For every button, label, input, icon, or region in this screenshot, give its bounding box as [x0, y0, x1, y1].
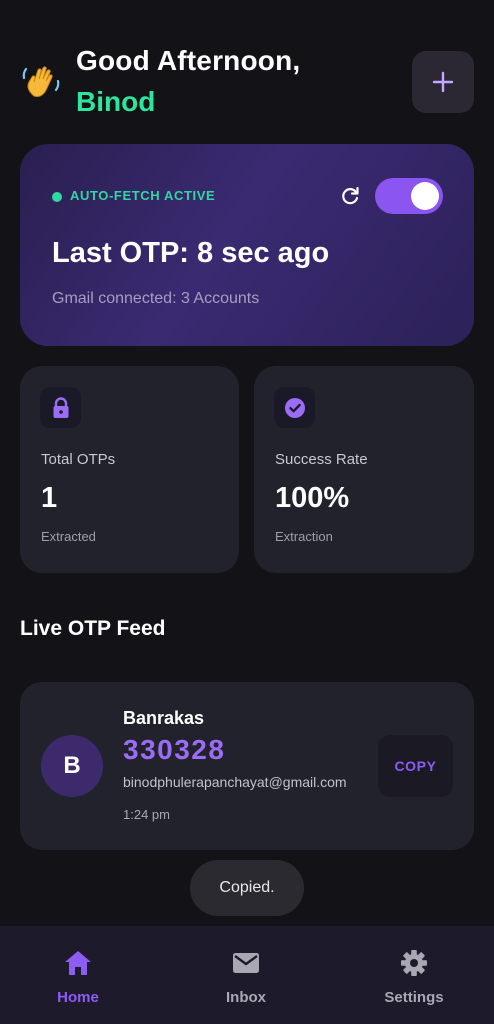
auto-fetch-label: AUTO-FETCH ACTIVE: [70, 188, 216, 203]
stat-icon-container: [40, 387, 81, 428]
nav-label-home: Home: [57, 989, 99, 1006]
greeting-text: Good Afternoon,: [76, 45, 301, 76]
sender-name: Banrakas: [123, 708, 205, 728]
auto-fetch-status-card: AUTO-FETCH ACTIVE Last OTP: 8 sec ago Gm…: [20, 144, 474, 346]
otp-feed-item[interactable]: B Banrakas 330328 binodphulerapanchayat@…: [20, 682, 474, 850]
sender-avatar: B: [41, 735, 103, 797]
sender-email: binodphulerapanchayat@gmail.com: [123, 774, 347, 790]
add-account-button[interactable]: [412, 51, 474, 113]
auto-fetch-toggle[interactable]: [375, 178, 443, 214]
user-name: Binod: [76, 86, 156, 117]
home-icon: [62, 948, 94, 978]
gear-icon: [398, 948, 430, 978]
otp-dashboard-screen: Good Afternoon, Binod AUTO-FETCH ACTIVE …: [0, 0, 494, 1024]
copied-toast: Copied.: [190, 860, 304, 916]
nav-label-settings: Settings: [384, 989, 444, 1006]
check-circle-icon: [284, 397, 305, 418]
gmail-connected-text: Gmail connected: 3 Accounts: [52, 290, 260, 307]
lock-icon: [53, 396, 68, 418]
toggle-knob: [411, 182, 439, 210]
mail-icon: [230, 948, 262, 978]
live-otp-feed-title: Live OTP Feed: [20, 617, 166, 640]
stat-sublabel: Extraction: [275, 529, 333, 544]
nav-item-settings[interactable]: Settings: [332, 926, 494, 1024]
refresh-icon[interactable]: [338, 184, 362, 208]
success-rate-card: Success Rate 100% Extraction: [254, 366, 474, 573]
stat-label: Total OTPs: [41, 451, 116, 468]
waving-hand-icon: [22, 66, 60, 97]
received-time: 1:24 pm: [123, 807, 170, 822]
status-dot: [52, 192, 62, 202]
plus-icon: [432, 71, 454, 93]
otp-code: 330328: [123, 734, 226, 765]
bottom-navigation: Home Inbox Settings: [0, 926, 494, 1024]
stat-label: Success Rate: [275, 451, 368, 468]
copy-button[interactable]: COPY: [378, 735, 453, 797]
total-otps-card: Total OTPs 1 Extracted: [20, 366, 239, 573]
nav-item-home[interactable]: Home: [0, 926, 160, 1024]
header: Good Afternoon, Binod: [20, 42, 474, 122]
stat-sublabel: Extracted: [41, 529, 96, 544]
stat-value: 1: [41, 482, 58, 514]
stat-value: 100%: [275, 482, 350, 514]
last-otp-text: Last OTP: 8 sec ago: [52, 237, 330, 269]
stat-icon-container: [274, 387, 315, 428]
nav-label-inbox: Inbox: [226, 989, 266, 1006]
nav-item-inbox[interactable]: Inbox: [164, 926, 328, 1024]
